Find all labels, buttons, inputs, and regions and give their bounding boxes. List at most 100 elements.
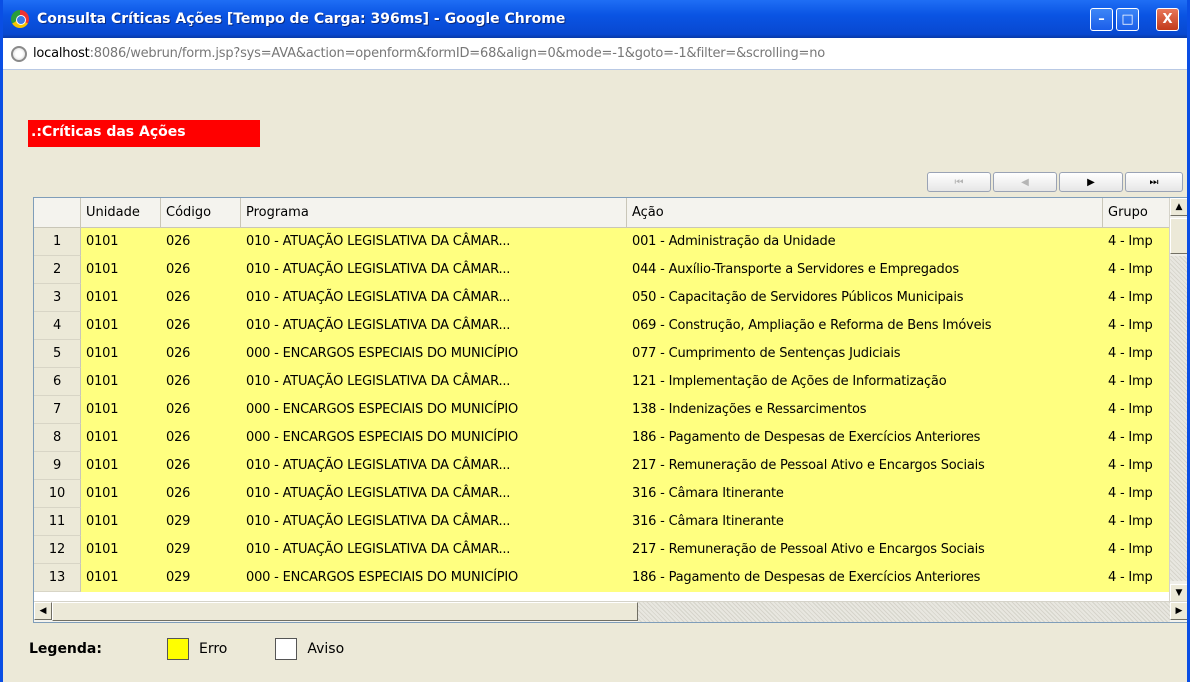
next-record-button[interactable]: ▶ (1059, 172, 1123, 192)
cell-codigo[interactable]: 029 (161, 536, 241, 564)
table-row[interactable]: 3 0101 026 010 - ATUAÇÃO LEGISLATIVA DA CÂM… (34, 284, 1170, 312)
table-row[interactable]: 2 0101 026 010 - ATUAÇÃO LEGISLATIVA DA CÂM… (34, 256, 1170, 284)
cell-grupo[interactable]: 4 - Imp (1103, 312, 1170, 340)
previous-record-button[interactable]: ◀ (993, 172, 1057, 192)
cell-codigo[interactable]: 026 (161, 452, 241, 480)
cell-programa[interactable]: 010 - ATUAÇÃO LEGISLATIVA DA CÂMAR... (241, 284, 627, 312)
cell-codigo[interactable]: 026 (161, 396, 241, 424)
table-row[interactable]: 5 0101 026 000 - ENCARGOS ESPECIAIS DO MUNI… (34, 340, 1170, 368)
cell-codigo[interactable]: 026 (161, 424, 241, 452)
table-row[interactable]: 10 0101 026 010 - ATUAÇÃO LEGISLATIVA DA CÂ… (34, 480, 1170, 508)
last-record-button[interactable]: ⏭ (1125, 172, 1183, 192)
cell-unidade[interactable]: 0101 (81, 564, 161, 592)
cell-unidade[interactable]: 0101 (81, 228, 161, 256)
cell-grupo[interactable]: 4 - Imp (1103, 396, 1170, 424)
cell-acao[interactable]: 217 - Remuneração de Pessoal Ativo e Enc… (627, 536, 1103, 564)
cell-grupo[interactable]: 4 - Imp (1103, 340, 1170, 368)
table-row[interactable]: 9 0101 026 010 - ATUAÇÃO LEGISLATIVA DA CÂM… (34, 452, 1170, 480)
cell-grupo[interactable]: 4 - Imp (1103, 480, 1170, 508)
table-row[interactable]: 6 0101 026 010 - ATUAÇÃO LEGISLATIVA DA CÂM… (34, 368, 1170, 396)
table-row[interactable]: 7 0101 026 000 - ENCARGOS ESPECIAIS DO MUNI… (34, 396, 1170, 424)
cell-programa[interactable]: 010 - ATUAÇÃO LEGISLATIVA DA CÂMAR... (241, 508, 627, 536)
cell-programa[interactable]: 010 - ATUAÇÃO LEGISLATIVA DA CÂMAR... (241, 452, 627, 480)
cell-grupo[interactable]: 4 - Imp (1103, 368, 1170, 396)
cell-grupo[interactable]: 4 - Imp (1103, 424, 1170, 452)
header-grupo[interactable]: Grupo (1103, 198, 1170, 228)
cell-programa[interactable]: 010 - ATUAÇÃO LEGISLATIVA DA CÂMAR... (241, 480, 627, 508)
vertical-scroll-thumb[interactable] (1170, 218, 1187, 254)
cell-codigo[interactable]: 026 (161, 368, 241, 396)
cell-unidade[interactable]: 0101 (81, 340, 161, 368)
url-text[interactable]: localhost:8086/webrun/form.jsp?sys=AVA&a… (33, 46, 825, 61)
scroll-down-button[interactable]: ▼ (1170, 584, 1187, 602)
cell-unidade[interactable]: 0101 (81, 284, 161, 312)
table-row[interactable]: 1 0101 026 010 - ATUAÇÃO LEGISLATIVA DA CÂM… (34, 228, 1170, 256)
cell-unidade[interactable]: 0101 (81, 312, 161, 340)
cell-acao[interactable]: 044 - Auxílio-Transporte a Servidores e … (627, 256, 1103, 284)
cell-grupo[interactable]: 4 - Imp (1103, 508, 1170, 536)
scroll-right-button[interactable]: ▶ (1170, 602, 1187, 620)
vertical-scrollbar[interactable]: ▲ ▼ (1169, 198, 1187, 602)
criticas-grid[interactable]: Unidade Código Programa Ação Grupo 1 0101… (33, 197, 1187, 623)
maximize-button[interactable]: □ (1116, 7, 1139, 31)
cell-codigo[interactable]: 026 (161, 340, 241, 368)
table-row[interactable]: 11 0101 029 010 - ATUAÇÃO LEGISLATIVA DA CÂ… (34, 508, 1170, 536)
cell-grupo[interactable]: 4 - Imp (1103, 564, 1170, 592)
cell-acao[interactable]: 077 - Cumprimento de Sentenças Judiciais (627, 340, 1103, 368)
cell-grupo[interactable]: 4 - Imp (1103, 452, 1170, 480)
table-row[interactable]: 13 0101 029 000 - ENCARGOS ESPECIAIS DO MUN… (34, 564, 1170, 592)
header-unidade[interactable]: Unidade (81, 198, 161, 228)
header-acao[interactable]: Ação (627, 198, 1103, 228)
cell-acao[interactable]: 316 - Câmara Itinerante (627, 480, 1103, 508)
header-codigo[interactable]: Código (161, 198, 241, 228)
cell-acao[interactable]: 217 - Remuneração de Pessoal Ativo e Enc… (627, 452, 1103, 480)
cell-acao[interactable]: 069 - Construção, Ampliação e Reforma de… (627, 312, 1103, 340)
cell-unidade[interactable]: 0101 (81, 368, 161, 396)
table-row[interactable]: 8 0101 026 000 - ENCARGOS ESPECIAIS DO MUNI… (34, 424, 1170, 452)
horizontal-scroll-track[interactable] (638, 602, 1170, 622)
cell-acao[interactable]: 186 - Pagamento de Despesas de Exercício… (627, 564, 1103, 592)
cell-unidade[interactable]: 0101 (81, 536, 161, 564)
cell-codigo[interactable]: 029 (161, 564, 241, 592)
cell-codigo[interactable]: 029 (161, 508, 241, 536)
cell-programa[interactable]: 000 - ENCARGOS ESPECIAIS DO MUNICÍPIO (241, 396, 627, 424)
horizontal-scroll-thumb[interactable] (52, 602, 638, 621)
address-bar[interactable]: localhost:8086/webrun/form.jsp?sys=AVA&a… (3, 38, 1187, 70)
table-row[interactable]: 12 0101 029 010 - ATUAÇÃO LEGISLATIVA DA CÂ… (34, 536, 1170, 564)
cell-codigo[interactable]: 026 (161, 312, 241, 340)
table-row[interactable]: 4 0101 026 010 - ATUAÇÃO LEGISLATIVA DA CÂM… (34, 312, 1170, 340)
cell-codigo[interactable]: 026 (161, 284, 241, 312)
cell-acao[interactable]: 186 - Pagamento de Despesas de Exercício… (627, 424, 1103, 452)
cell-programa[interactable]: 010 - ATUAÇÃO LEGISLATIVA DA CÂMAR... (241, 312, 627, 340)
cell-unidade[interactable]: 0101 (81, 396, 161, 424)
vertical-scroll-track[interactable] (1170, 256, 1187, 581)
cell-unidade[interactable]: 0101 (81, 508, 161, 536)
cell-programa[interactable]: 010 - ATUAÇÃO LEGISLATIVA DA CÂMAR... (241, 368, 627, 396)
horizontal-scrollbar[interactable]: ◀ ▶ (34, 601, 1187, 622)
close-button[interactable]: X (1156, 7, 1179, 31)
cell-codigo[interactable]: 026 (161, 228, 241, 256)
scroll-up-button[interactable]: ▲ (1170, 198, 1187, 216)
cell-programa[interactable]: 010 - ATUAÇÃO LEGISLATIVA DA CÂMAR... (241, 536, 627, 564)
cell-acao[interactable]: 316 - Câmara Itinerante (627, 508, 1103, 536)
cell-grupo[interactable]: 4 - Imp (1103, 256, 1170, 284)
cell-grupo[interactable]: 4 - Imp (1103, 284, 1170, 312)
scroll-left-button[interactable]: ◀ (34, 602, 52, 620)
cell-programa[interactable]: 000 - ENCARGOS ESPECIAIS DO MUNICÍPIO (241, 424, 627, 452)
cell-acao[interactable]: 121 - Implementação de Ações de Informat… (627, 368, 1103, 396)
title-bar[interactable]: Consulta Críticas Ações [Tempo de Carga:… (3, 0, 1187, 38)
cell-grupo[interactable]: 4 - Imp (1103, 228, 1170, 256)
cell-unidade[interactable]: 0101 (81, 256, 161, 284)
cell-grupo[interactable]: 4 - Imp (1103, 536, 1170, 564)
minimize-button[interactable]: – (1090, 7, 1113, 31)
cell-acao[interactable]: 001 - Administração da Unidade (627, 228, 1103, 256)
cell-unidade[interactable]: 0101 (81, 452, 161, 480)
cell-unidade[interactable]: 0101 (81, 424, 161, 452)
cell-codigo[interactable]: 026 (161, 480, 241, 508)
cell-programa[interactable]: 010 - ATUAÇÃO LEGISLATIVA DA CÂMAR... (241, 228, 627, 256)
cell-programa[interactable]: 000 - ENCARGOS ESPECIAIS DO MUNICÍPIO (241, 340, 627, 368)
cell-programa[interactable]: 010 - ATUAÇÃO LEGISLATIVA DA CÂMAR... (241, 256, 627, 284)
header-programa[interactable]: Programa (241, 198, 627, 228)
cell-codigo[interactable]: 026 (161, 256, 241, 284)
cell-unidade[interactable]: 0101 (81, 480, 161, 508)
